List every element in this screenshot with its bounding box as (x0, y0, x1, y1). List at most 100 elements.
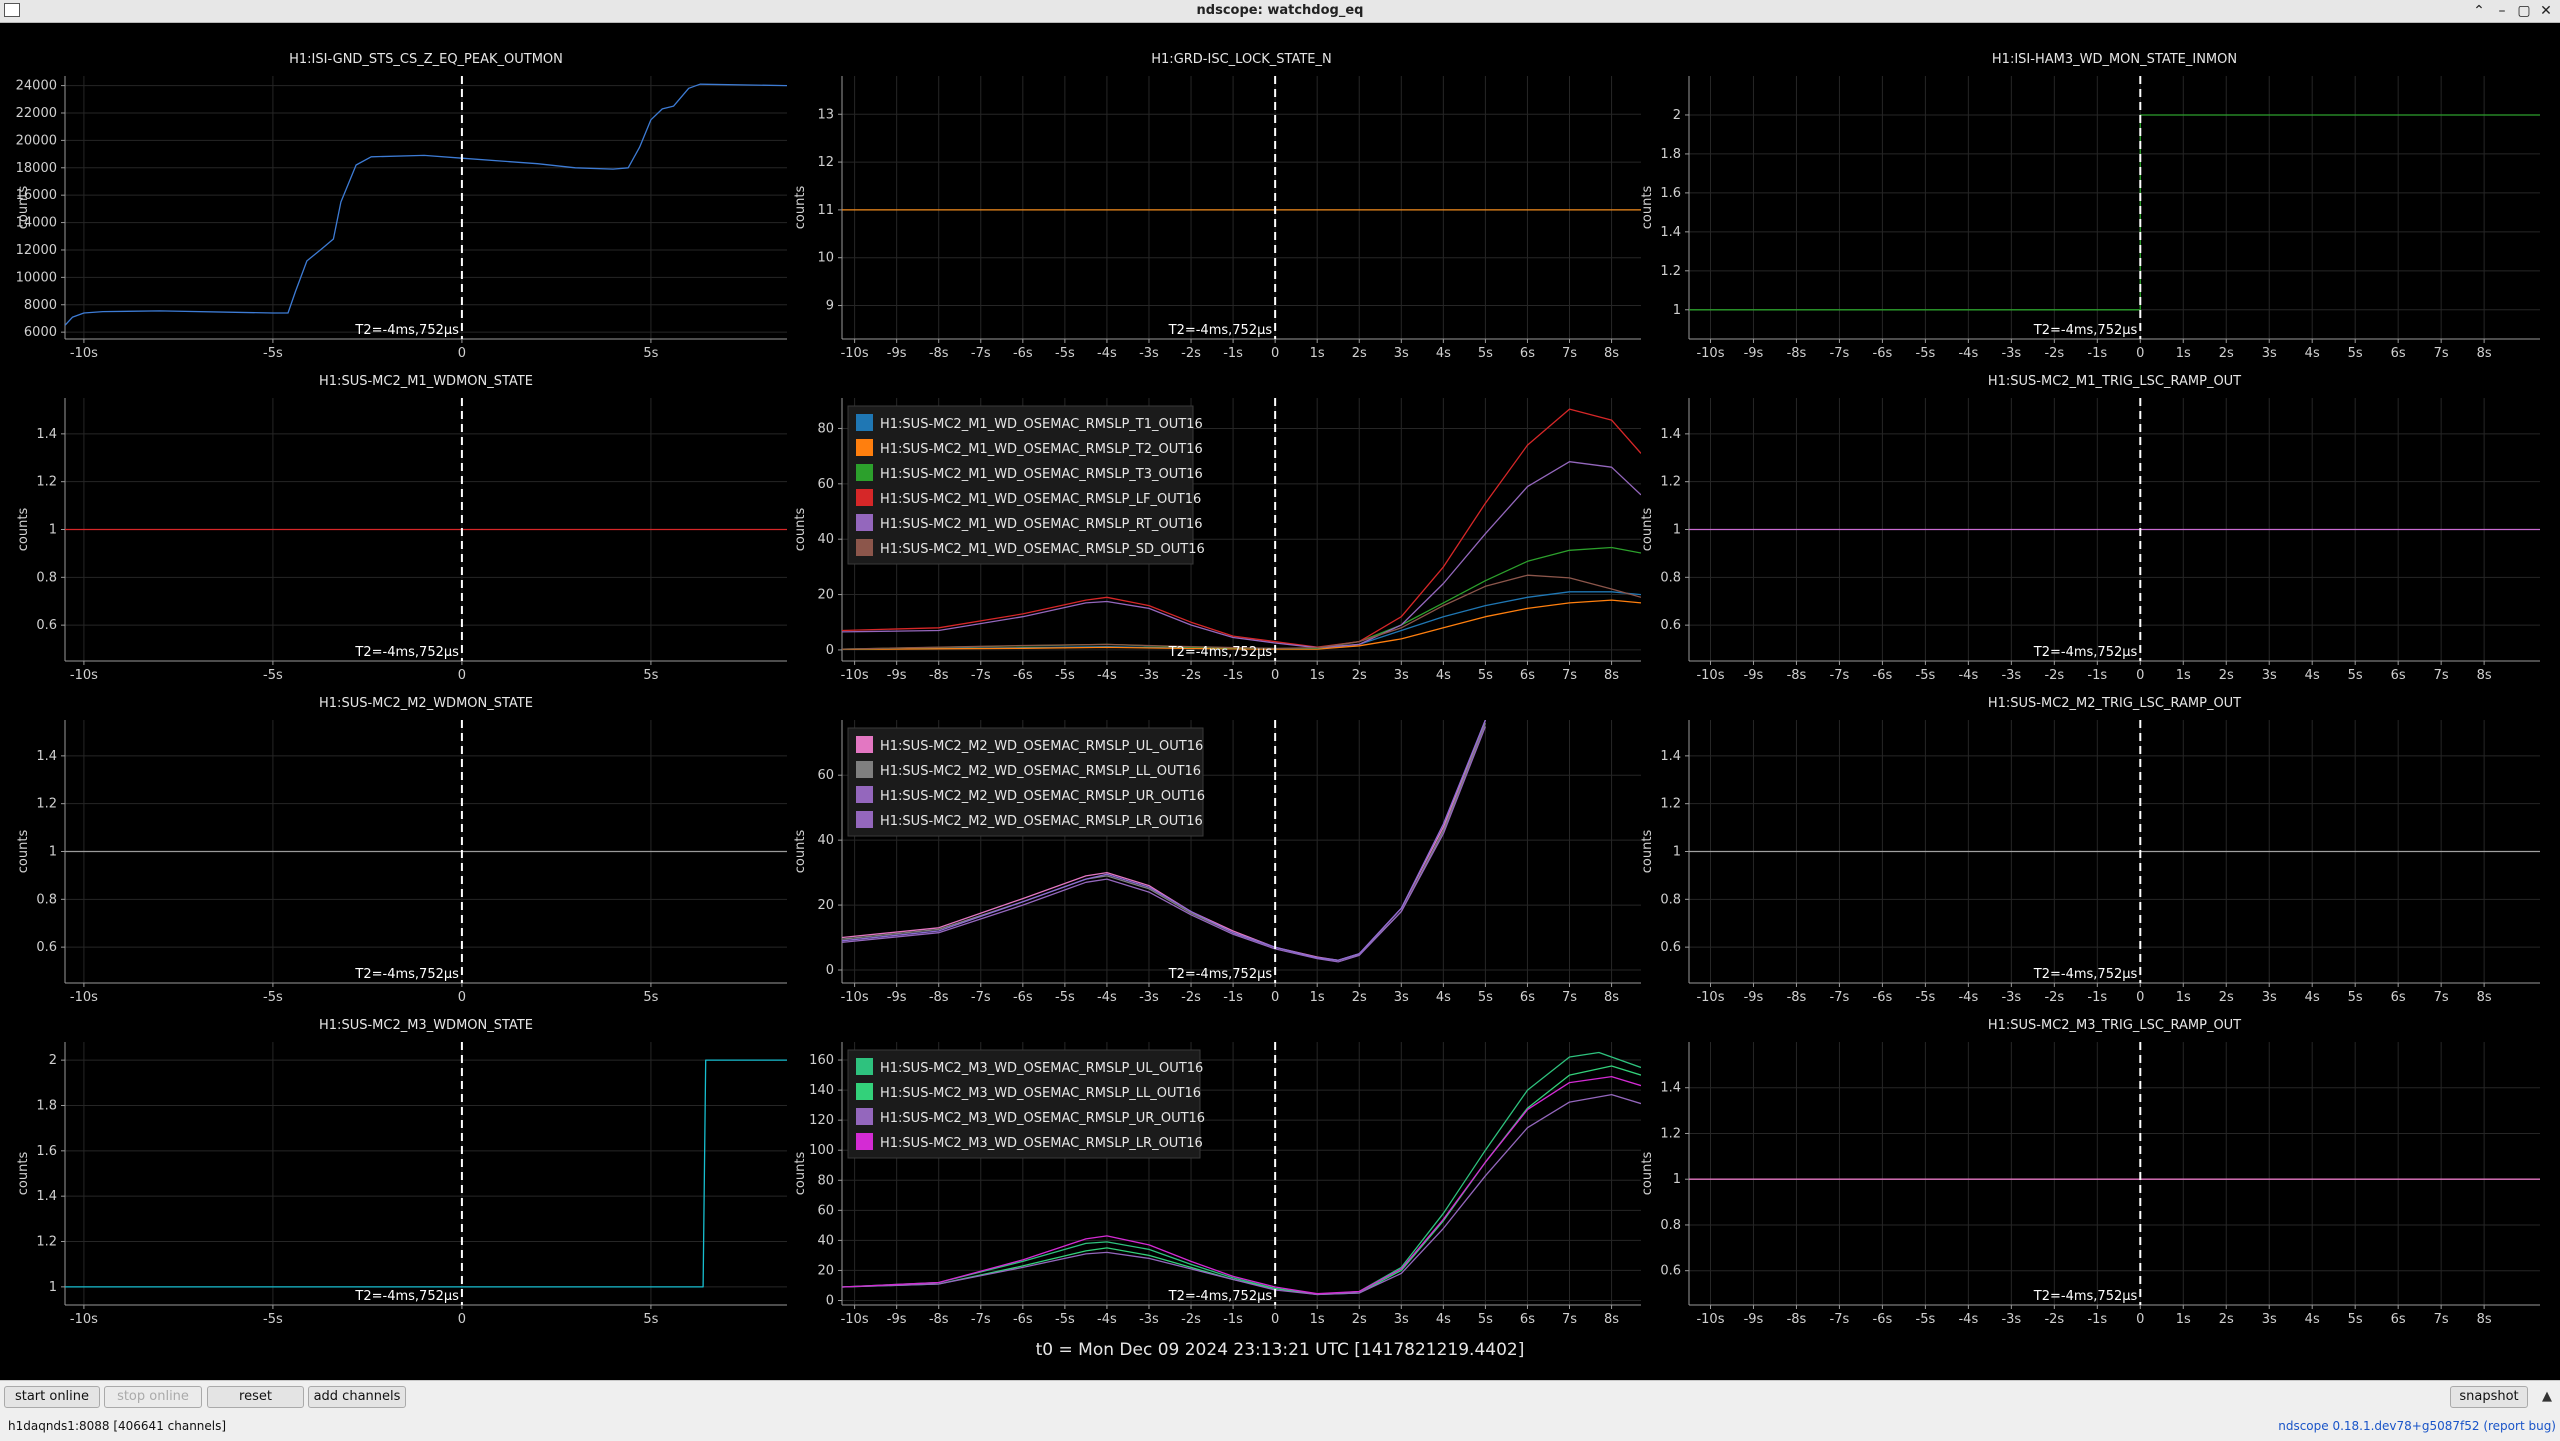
plots-canvas[interactable]: 6000800010000120001400016000180002000022… (0, 23, 2560, 1380)
plot-5[interactable]: 0 20 40 60 80 -10s -9s -8s -7s -6s -5s -4s -3s -2s -1s… (793, 398, 1641, 683)
legend-label: H1:SUS-MC2_M1_WD_OSEMAC_RMSLP_RT_OUT16 (880, 517, 1203, 532)
plot-grid[interactable]: 6000 8000 10000 12000 14000 16000 18000 20000 22… (0, 23, 2560, 1380)
x-tick-label: 7s (2434, 990, 2449, 1005)
collapse-up-icon[interactable]: ▲ (2542, 1389, 2552, 1404)
plot-title: H1:SUS-MC2_M2_TRIG_LSC_RAMP_OUT (1988, 696, 2241, 711)
y-tick-label: 22000 (16, 106, 57, 121)
plot-10[interactable]: 1 1.2 1.4 1.6 1.8 2 -10s -5s 0 5s counts H1:SUS-MC2… (16, 1018, 787, 1327)
y-tick-label: 0.8 (36, 892, 57, 907)
maximize-icon[interactable]: ▢ (2515, 2, 2533, 20)
y-tick-label: 40 (817, 1233, 834, 1248)
x-tick-label: 0 (1271, 990, 1279, 1005)
x-tick-label: 2s (1352, 990, 1367, 1005)
plot-7[interactable]: 0.6 0.8 1 1.2 1.4 -10s -5s 0 5s counts H1:SUS-MC2_… (16, 696, 787, 1005)
y-tick-label: 12000 (16, 243, 57, 258)
x-tick-label: -3s (1139, 1312, 1159, 1327)
legend-swatch (856, 414, 873, 431)
x-tick-label: -2s (1181, 668, 1201, 683)
plot-4[interactable]: 0.6 0.8 1 1.2 1.4 -10s -5s 0 5s counts H1:SUS-MC2_… (16, 374, 787, 683)
y-tick-label: 6000 (24, 325, 57, 340)
y-tick-label: 12 (817, 155, 834, 170)
y-tick-label: 0 (826, 963, 834, 978)
x-tick-label: 7s (1562, 1312, 1577, 1327)
x-tick-label: 8s (1604, 1312, 1619, 1327)
y-axis-label: counts (16, 186, 31, 230)
plot-1[interactable]: 6000800010000120001400016000180002000022… (16, 52, 787, 361)
start-online-button[interactable]: start online (4, 1386, 100, 1408)
x-tick-label: 8s (2477, 346, 2492, 361)
y-tick-label: 140 (809, 1083, 834, 1098)
y-tick-label: 0.6 (36, 940, 57, 955)
y-tick-label: 60 (817, 1203, 834, 1218)
plot-9[interactable]: 0.6 0.8 1 1.2 1.4 -10s -9s -8s -7s -6s -5s -4s -3s -2… (1640, 696, 2540, 1005)
x-tick-label: 7s (1562, 668, 1577, 683)
x-tick-label: 5s (643, 990, 658, 1005)
plot-title: H1:GRD-ISC_LOCK_STATE_N (1151, 52, 1331, 67)
series-line (842, 591, 1641, 650)
server-status: h1daqnds1:8088 [406641 channels] (8, 1419, 227, 1433)
x-tick-label: -8s (929, 1312, 949, 1327)
stop-online-button[interactable]: stop online (104, 1386, 202, 1408)
y-tick-label: 1 (1673, 1172, 1681, 1187)
minimize-icon[interactable]: – (2493, 2, 2511, 20)
y-tick-label: 0.6 (36, 618, 57, 633)
plot-12[interactable]: 0.6 0.8 1 1.2 1.4 -10s -9s -8s -7s -6s -5s -4s -3s -2… (1640, 1018, 2540, 1327)
x-tick-label: 4s (1436, 1312, 1451, 1327)
legend-swatch (856, 786, 873, 803)
chevron-up-icon[interactable]: ⌃ (2470, 2, 2488, 20)
x-tick-label: 0 (2136, 1312, 2144, 1327)
x-tick-label: -1s (2087, 668, 2107, 683)
x-tick-label: 1s (1310, 1312, 1325, 1327)
y-tick-label: 1.2 (1660, 797, 1681, 812)
y-tick-label: 1.2 (1660, 1126, 1681, 1141)
x-tick-label: -5s (263, 990, 283, 1005)
x-tick-label: 8s (1604, 346, 1619, 361)
series-group (1689, 114, 2540, 311)
plot-11[interactable]: 0 20 40 60 80 100 120 140 160 -10s -9s -8s -7s -6s -5s… (793, 1042, 1641, 1327)
close-icon[interactable]: ✕ (2537, 2, 2555, 20)
y-tick-label: 60 (817, 768, 834, 783)
x-tick-label: -7s (1830, 346, 1850, 361)
x-tick-label: -2s (1181, 1312, 1201, 1327)
x-tick-label: 4s (2305, 1312, 2320, 1327)
y-tick-label: 20000 (16, 133, 57, 148)
x-tick-label: 5s (643, 346, 658, 361)
y-tick-label: 1.2 (1660, 475, 1681, 490)
x-tick-label: -9s (887, 346, 907, 361)
x-tick-label: 3s (2262, 1312, 2277, 1327)
x-tick-label: 5s (2348, 668, 2363, 683)
x-tick-label: 7s (2434, 1312, 2449, 1327)
plot-2[interactable]: 9 10 11 12 13 -10s -9s -8s -7s -6s -5s -4s -3s -2s -1s… (793, 52, 1641, 361)
x-tick-label: 6s (1520, 668, 1535, 683)
x-tick-label: -1s (2087, 990, 2107, 1005)
reset-button[interactable]: reset (207, 1386, 304, 1408)
y-axis-label: counts (1640, 830, 1655, 874)
x-tick-label: -3s (1139, 346, 1159, 361)
x-tick-label: -1s (1223, 990, 1243, 1005)
x-tick-label: -5s (263, 668, 283, 683)
legend-swatch (856, 514, 873, 531)
snapshot-button[interactable]: snapshot (2450, 1386, 2528, 1408)
y-tick-label: 8000 (24, 298, 57, 313)
plot-8[interactable]: 0 20 40 60 -10s -9s -8s -7s -6s -5s -4s -3s -2s -1s 0 1… (793, 720, 1641, 1005)
plot-6[interactable]: 0.6 0.8 1 1.2 1.4 -10s -9s -8s -7s -6s -5s -4s -3s -2… (1640, 374, 2540, 683)
legend-swatch (856, 489, 873, 506)
add-channels-button[interactable]: add channels (308, 1386, 406, 1408)
x-tick-label: 4s (1436, 346, 1451, 361)
x-tick-label: -9s (1744, 990, 1764, 1005)
x-tick-label: -10s (841, 346, 869, 361)
version-link[interactable]: ndscope 0.18.1.dev78+g5087f52 (report bu… (2278, 1419, 2556, 1433)
x-tick-label: 2s (2219, 1312, 2234, 1327)
plot-3[interactable]: 1 1.2 1.4 1.6 1.8 2 -10s -9s -8s -7s -6s -5s -4s -3s -… (1640, 52, 2540, 361)
x-tick-label: -7s (1830, 668, 1850, 683)
y-axis-label: counts (793, 186, 808, 230)
x-tick-label: 5s (643, 1312, 658, 1327)
x-tick-label: -8s (929, 668, 949, 683)
x-tick-label: -5s (1916, 990, 1936, 1005)
window-title: ndscope: watchdog_eq (1196, 3, 1364, 18)
x-tick-label: 1s (2176, 346, 2191, 361)
x-tick-label: -4s (1958, 1312, 1978, 1327)
y-tick-label: 0.8 (1660, 570, 1681, 585)
plot-title: H1:SUS-MC2_M3_TRIG_LSC_RAMP_OUT (1988, 1018, 2241, 1033)
y-tick-label: 40 (817, 532, 834, 547)
